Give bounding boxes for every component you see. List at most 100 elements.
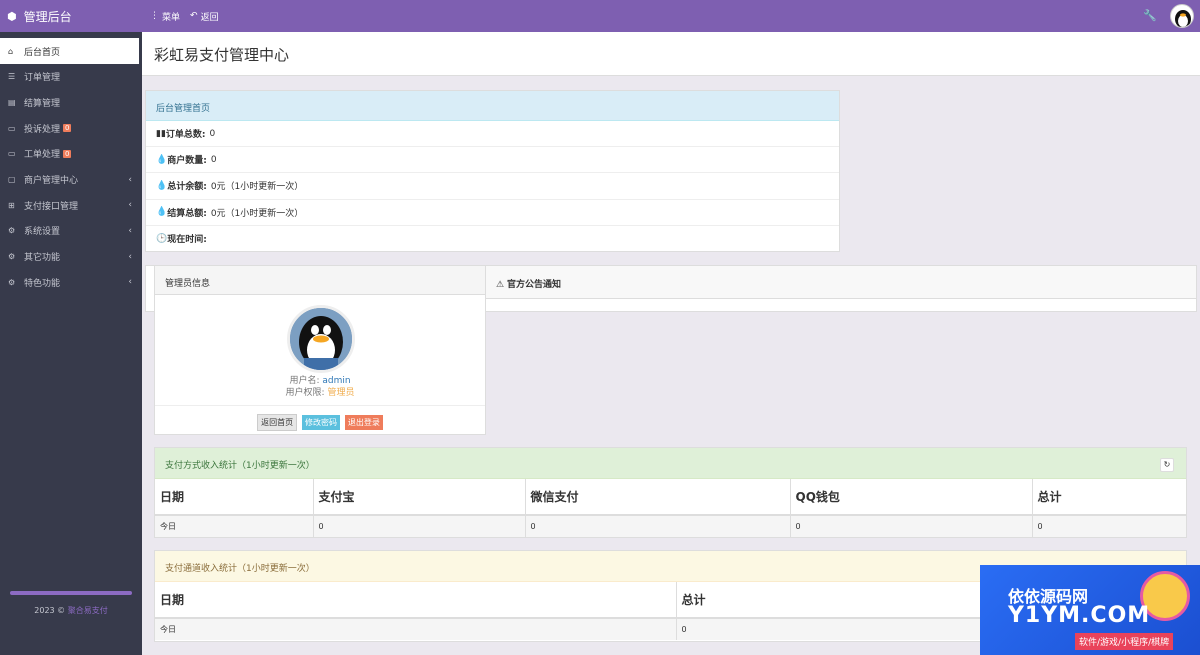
sidebar-item-other[interactable]: ⚙ 其它功能 ‹ bbox=[0, 244, 142, 270]
clock-icon: 🕒 bbox=[156, 233, 168, 244]
stat-label: 订单总数: bbox=[165, 130, 206, 141]
avatar[interactable] bbox=[1170, 4, 1194, 28]
table-cell: 0 bbox=[525, 515, 791, 537]
chevron-left-icon: ‹ bbox=[128, 174, 132, 185]
sidebar-item-orders[interactable]: ☰ 订单管理 bbox=[0, 64, 142, 90]
column-header: 支付宝 bbox=[313, 479, 526, 516]
column-header: 微信支付 bbox=[525, 479, 791, 516]
chevron-left-icon: ‹ bbox=[128, 277, 132, 288]
bar-chart-icon: ▮▮ bbox=[156, 128, 166, 139]
sidebar-item-settlement[interactable]: ▤ 结算管理 bbox=[0, 90, 142, 116]
table-row: 今日 0 0 0 0 bbox=[155, 515, 1186, 537]
brand-title: 管理后台 bbox=[23, 9, 72, 24]
count-badge: 0 bbox=[63, 149, 72, 158]
column-header: 总计 bbox=[1032, 479, 1186, 516]
pay-method-title: 支付方式收入统计（1小时更新一次） bbox=[165, 461, 315, 471]
chevron-left-icon: ‹ bbox=[128, 225, 132, 236]
folder-icon: ▢ bbox=[8, 175, 16, 185]
table-cell: 0 bbox=[313, 515, 526, 537]
logout-button[interactable]: 退出登录 bbox=[344, 415, 383, 430]
gears-icon: ⚙ bbox=[8, 277, 16, 287]
count-badge: 0 bbox=[63, 124, 72, 133]
column-header: 日期 bbox=[155, 479, 314, 516]
back-label: 返回 bbox=[200, 12, 219, 23]
pay-channel-title: 支付通道收入统计（1小时更新一次） bbox=[165, 564, 315, 574]
drop-icon: 💧 bbox=[156, 180, 168, 191]
sidebar-item-tickets[interactable]: ▭ 工单处理 0 bbox=[0, 141, 142, 167]
watermark-logo: 依依源码网 Y1YM.COM 软件/游戏/小程序/棋牌 bbox=[980, 565, 1200, 655]
stat-label: 结算总额: bbox=[167, 208, 207, 219]
sidebar-item-label: 其它功能 bbox=[24, 253, 61, 264]
pay-method-table: 日期 支付宝 微信支付 QQ钱包 总计 今日 0 0 0 0 bbox=[155, 479, 1186, 537]
sidebar-item-home[interactable]: ⌂ 后台首页 bbox=[0, 38, 139, 64]
notice-title: 官方公告通知 bbox=[506, 280, 561, 290]
grid-icon: ⊞ bbox=[8, 200, 15, 210]
menu-toggle-button[interactable]: ⋮ 菜单 bbox=[150, 10, 180, 23]
stat-row-time: 🕒 现在时间: bbox=[146, 226, 839, 252]
username-label: 用户名: bbox=[289, 376, 320, 386]
sidebar-item-system-settings[interactable]: ⚙ 系统设置 ‹ bbox=[0, 218, 142, 244]
home-icon: ⌂ bbox=[8, 46, 14, 56]
warning-icon: ⚠ bbox=[496, 280, 507, 290]
back-button[interactable]: ↶ 返回 bbox=[190, 10, 219, 23]
sidebar-item-label: 后台首页 bbox=[24, 47, 61, 58]
page-title: 彩虹易支付管理中心 bbox=[154, 46, 290, 64]
reply-icon: ↶ bbox=[190, 11, 198, 21]
sidebar-item-label: 系统设置 bbox=[24, 227, 61, 238]
pay-method-panel: 支付方式收入统计（1小时更新一次） ↻ 日期 支付宝 微信支付 QQ钱包 总计 … bbox=[154, 447, 1187, 538]
file-icon: ▭ bbox=[8, 123, 16, 133]
watermark-line2: Y1YM.COM bbox=[1008, 603, 1151, 628]
stat-label: 商户数量: bbox=[167, 156, 207, 167]
stat-row-orders: ▮▮ 订单总数: 0 bbox=[146, 121, 839, 148]
refresh-icon[interactable]: ↻ bbox=[1160, 458, 1174, 472]
menu-dots-icon: ⋮ bbox=[150, 11, 159, 21]
gear-icon: ⚙ bbox=[8, 226, 16, 236]
panel-edge bbox=[145, 265, 154, 312]
table-cell: 0 bbox=[790, 515, 1033, 537]
sidebar-item-label: 工单处理 bbox=[24, 150, 61, 161]
menu-label: 菜单 bbox=[162, 12, 181, 23]
admin-info-panel: 管理员信息 用户名: admin 用户权限: 管理员 返回首页 修改密码 退出登… bbox=[154, 265, 486, 435]
wrench-icon[interactable]: 🔧 bbox=[1143, 9, 1157, 22]
chevron-left-icon: ‹ bbox=[128, 200, 132, 211]
brand[interactable]: ⬢ 管理后台 bbox=[0, 0, 142, 32]
role-value: 管理员 bbox=[327, 388, 355, 398]
gears-icon: ⚙ bbox=[8, 252, 16, 262]
sidebar-item-features[interactable]: ⚙ 特色功能 ‹ bbox=[0, 270, 142, 296]
username-value: admin bbox=[322, 376, 351, 386]
home-button[interactable]: 返回首页 bbox=[257, 414, 298, 431]
change-password-button[interactable]: 修改密码 bbox=[302, 415, 340, 430]
sidebar-divider bbox=[10, 591, 132, 595]
table-cell: 今日 bbox=[155, 618, 677, 640]
page-header: 彩虹易支付管理中心 bbox=[142, 32, 1200, 76]
stat-label: 总计余额: bbox=[167, 182, 207, 193]
list-icon: ☰ bbox=[8, 72, 16, 82]
stat-value: 0元（1小时更新一次） bbox=[210, 208, 304, 219]
sidebar-item-label: 支付接口管理 bbox=[24, 201, 79, 212]
cube-icon: ⬢ bbox=[7, 9, 17, 23]
admin-actions: 返回首页 修改密码 退出登录 bbox=[155, 405, 485, 431]
sidebar-item-payment-interfaces[interactable]: ⊞ 支付接口管理 ‹ bbox=[0, 192, 142, 218]
stats-panel: 后台管理首页 ▮▮ 订单总数: 0 💧 商户数量: 0 💧 总计余额: 0元（1小时更新一… bbox=[145, 90, 840, 252]
sidebar-item-complaints[interactable]: ▭ 投诉处理 0 bbox=[0, 115, 142, 141]
sidebar-item-merchants[interactable]: ▢ 商户管理中心 ‹ bbox=[0, 167, 142, 193]
admin-avatar bbox=[287, 305, 355, 373]
column-header: QQ钱包 bbox=[790, 479, 1033, 516]
admin-panel-title: 管理员信息 bbox=[154, 265, 486, 295]
book-icon: ▤ bbox=[8, 98, 16, 108]
drop-icon: 💧 bbox=[156, 154, 168, 165]
stat-value: 0元（1小时更新一次） bbox=[210, 182, 304, 193]
footer-link[interactable]: 聚合易支付 bbox=[68, 606, 108, 615]
table-cell: 0 bbox=[1032, 515, 1186, 537]
stats-panel-title: 后台管理首页 bbox=[146, 91, 839, 121]
admin-userinfo: 用户名: admin 用户权限: 管理员 bbox=[155, 375, 485, 399]
pay-method-header: 支付方式收入统计（1小时更新一次） ↻ bbox=[155, 448, 1186, 479]
role-label: 用户权限: bbox=[285, 388, 325, 398]
stat-label: 现在时间: bbox=[167, 235, 207, 246]
sidebar-item-label: 商户管理中心 bbox=[24, 176, 79, 187]
stat-row-balance: 💧 总计余额: 0元（1小时更新一次） bbox=[146, 173, 839, 200]
sidebar-item-label: 特色功能 bbox=[24, 278, 61, 289]
drop-icon: 💧 bbox=[156, 207, 168, 218]
stat-row-settlement: 💧 结算总额: 0元（1小时更新一次） bbox=[146, 200, 839, 226]
sidebar-item-label: 结算管理 bbox=[24, 99, 61, 110]
